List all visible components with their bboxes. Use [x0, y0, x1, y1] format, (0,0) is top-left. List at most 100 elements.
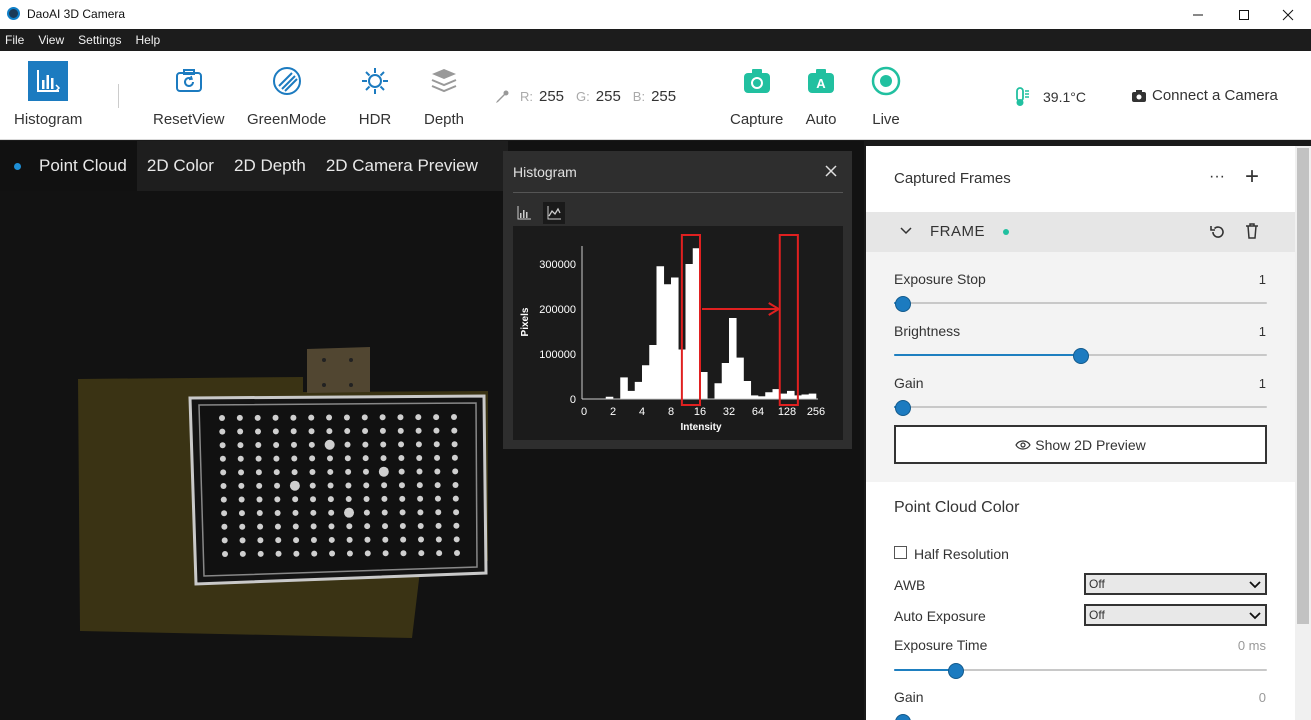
trash-icon[interactable]: [1245, 223, 1259, 239]
hdr-button[interactable]: HDR: [355, 61, 395, 128]
auto-label: Auto: [805, 111, 837, 128]
show-2d-preview-button[interactable]: Show 2D Preview: [894, 425, 1267, 464]
auto-button[interactable]: A Auto: [801, 61, 841, 128]
temperature-value: 39.1°C: [1043, 89, 1086, 105]
awb-select[interactable]: Off: [1084, 573, 1267, 595]
histogram-bar: [736, 357, 744, 399]
menu-settings[interactable]: Settings: [78, 33, 121, 47]
brightness-slider[interactable]: [894, 348, 1267, 364]
calibration-dot: [453, 509, 460, 516]
calibration-dot: [436, 550, 443, 557]
calibration-dot: [274, 509, 281, 516]
exposure-time-slider[interactable]: [894, 663, 1267, 679]
live-label: Live: [872, 111, 900, 128]
calibration-dot: [326, 455, 333, 462]
color-gain-slider[interactable]: [894, 714, 1267, 720]
show-2d-preview-label: Show 2D Preview: [1035, 436, 1146, 453]
calibration-dot: [326, 428, 333, 435]
calibration-dot: [257, 523, 264, 530]
histogram-button[interactable]: Histogram: [14, 61, 82, 128]
half-resolution-checkbox[interactable]: [894, 546, 907, 559]
tab-2d-camera-preview[interactable]: 2D Camera Preview: [315, 141, 508, 191]
histogram-bar: [765, 392, 773, 399]
histogram-icon: [28, 61, 69, 101]
calibration-dot: [257, 537, 264, 544]
exposure-time-value: 0 ms: [1237, 638, 1266, 653]
menu-file[interactable]: File: [5, 33, 24, 47]
maximize-button[interactable]: [1221, 0, 1267, 29]
settings-scrollbar[interactable]: [1295, 146, 1311, 720]
svg-text:A: A: [816, 76, 826, 91]
temperature-readout: 39.1°C: [1013, 87, 1086, 107]
calibration-dot: [237, 455, 244, 462]
live-button[interactable]: Live: [866, 61, 906, 128]
menu-help[interactable]: Help: [136, 33, 161, 47]
calibration-dot: [275, 537, 282, 544]
exposure-stop-slider[interactable]: [894, 296, 1267, 312]
connect-camera-button[interactable]: Connect a Camera: [1131, 87, 1278, 104]
calibration-dot: [416, 468, 423, 475]
calibration-dot: [435, 522, 442, 529]
calibration-dot: [400, 550, 407, 557]
layers-icon: [424, 61, 464, 101]
histogram-linear-button[interactable]: [513, 202, 535, 224]
tab-point-cloud[interactable]: Point Cloud: [0, 141, 137, 191]
add-frame-icon[interactable]: +: [1245, 163, 1259, 191]
depth-button[interactable]: Depth: [424, 61, 464, 128]
histogram-panel-title: Histogram: [513, 164, 577, 180]
calibration-dot: [363, 495, 370, 502]
calibration-dot: [272, 414, 279, 421]
calibration-dot: [346, 550, 353, 557]
minimize-button[interactable]: [1175, 0, 1221, 29]
capture-button[interactable]: Capture: [730, 61, 783, 128]
calibration-dot: [273, 455, 280, 462]
calibration-dot: [417, 495, 424, 502]
histogram-bar: [750, 395, 759, 399]
close-histogram-icon[interactable]: [824, 164, 838, 178]
menu-view[interactable]: View: [38, 33, 64, 47]
undo-icon[interactable]: [1209, 224, 1225, 240]
calibration-dot: [434, 468, 441, 475]
calibration-dot: [221, 510, 228, 517]
histogram-chart: 0 100000 200000 300000 0 2 4 8 16 32 64 128 256 Int…: [513, 226, 843, 440]
calibration-dot: [219, 455, 226, 462]
exposure-stop-label: Exposure Stop: [894, 271, 986, 287]
calibration-dot: [363, 482, 370, 489]
color-gain-value: 0: [1258, 690, 1266, 705]
calibration-dot: [309, 455, 316, 462]
histogram-curve-button[interactable]: [543, 202, 565, 224]
tab-2d-depth[interactable]: 2D Depth: [223, 141, 316, 191]
brightness-label: Brightness: [894, 323, 961, 339]
histogram-bar: [801, 394, 810, 399]
app-logo-icon: [7, 7, 20, 20]
gain-slider[interactable]: [894, 400, 1267, 416]
close-window-button[interactable]: [1265, 0, 1311, 29]
calibration-dot: [416, 482, 423, 489]
frame-header[interactable]: FRAME: [866, 212, 1295, 252]
calibration-dot: [291, 455, 298, 462]
calibration-dot: [435, 536, 442, 543]
calibration-dot: [256, 496, 263, 503]
chevron-down-icon[interactable]: [900, 227, 912, 235]
calibration-dot: [380, 455, 387, 462]
x-tick-label: 16: [694, 406, 706, 418]
calibration-dot: [433, 441, 440, 448]
calibration-dot: [291, 469, 298, 476]
reset-view-button[interactable]: ResetView: [153, 61, 224, 128]
x-axis-label: Intensity: [680, 422, 722, 433]
calibration-dot: [362, 427, 369, 434]
tab-2d-color[interactable]: 2D Color: [136, 141, 224, 191]
calibration-dot: [311, 550, 318, 557]
more-options-icon[interactable]: ···: [1209, 168, 1225, 186]
histogram-panel: Histogram 0 100000 200000 300000 0 2 4 8 16 32 64…: [503, 151, 852, 449]
auto-exposure-select[interactable]: Off: [1084, 604, 1267, 626]
chevron-down-icon: [1249, 612, 1261, 620]
green-mode-button[interactable]: GreenMode: [247, 61, 326, 128]
window-title: DaoAI 3D Camera: [27, 7, 126, 21]
minimize-icon: [1193, 14, 1203, 15]
calibration-dot: [327, 496, 334, 503]
frame-status-dot: [1003, 229, 1009, 235]
scrollbar-thumb[interactable]: [1297, 148, 1309, 624]
calibration-dot: [329, 550, 336, 557]
y-tick-label: 300000: [539, 259, 576, 271]
